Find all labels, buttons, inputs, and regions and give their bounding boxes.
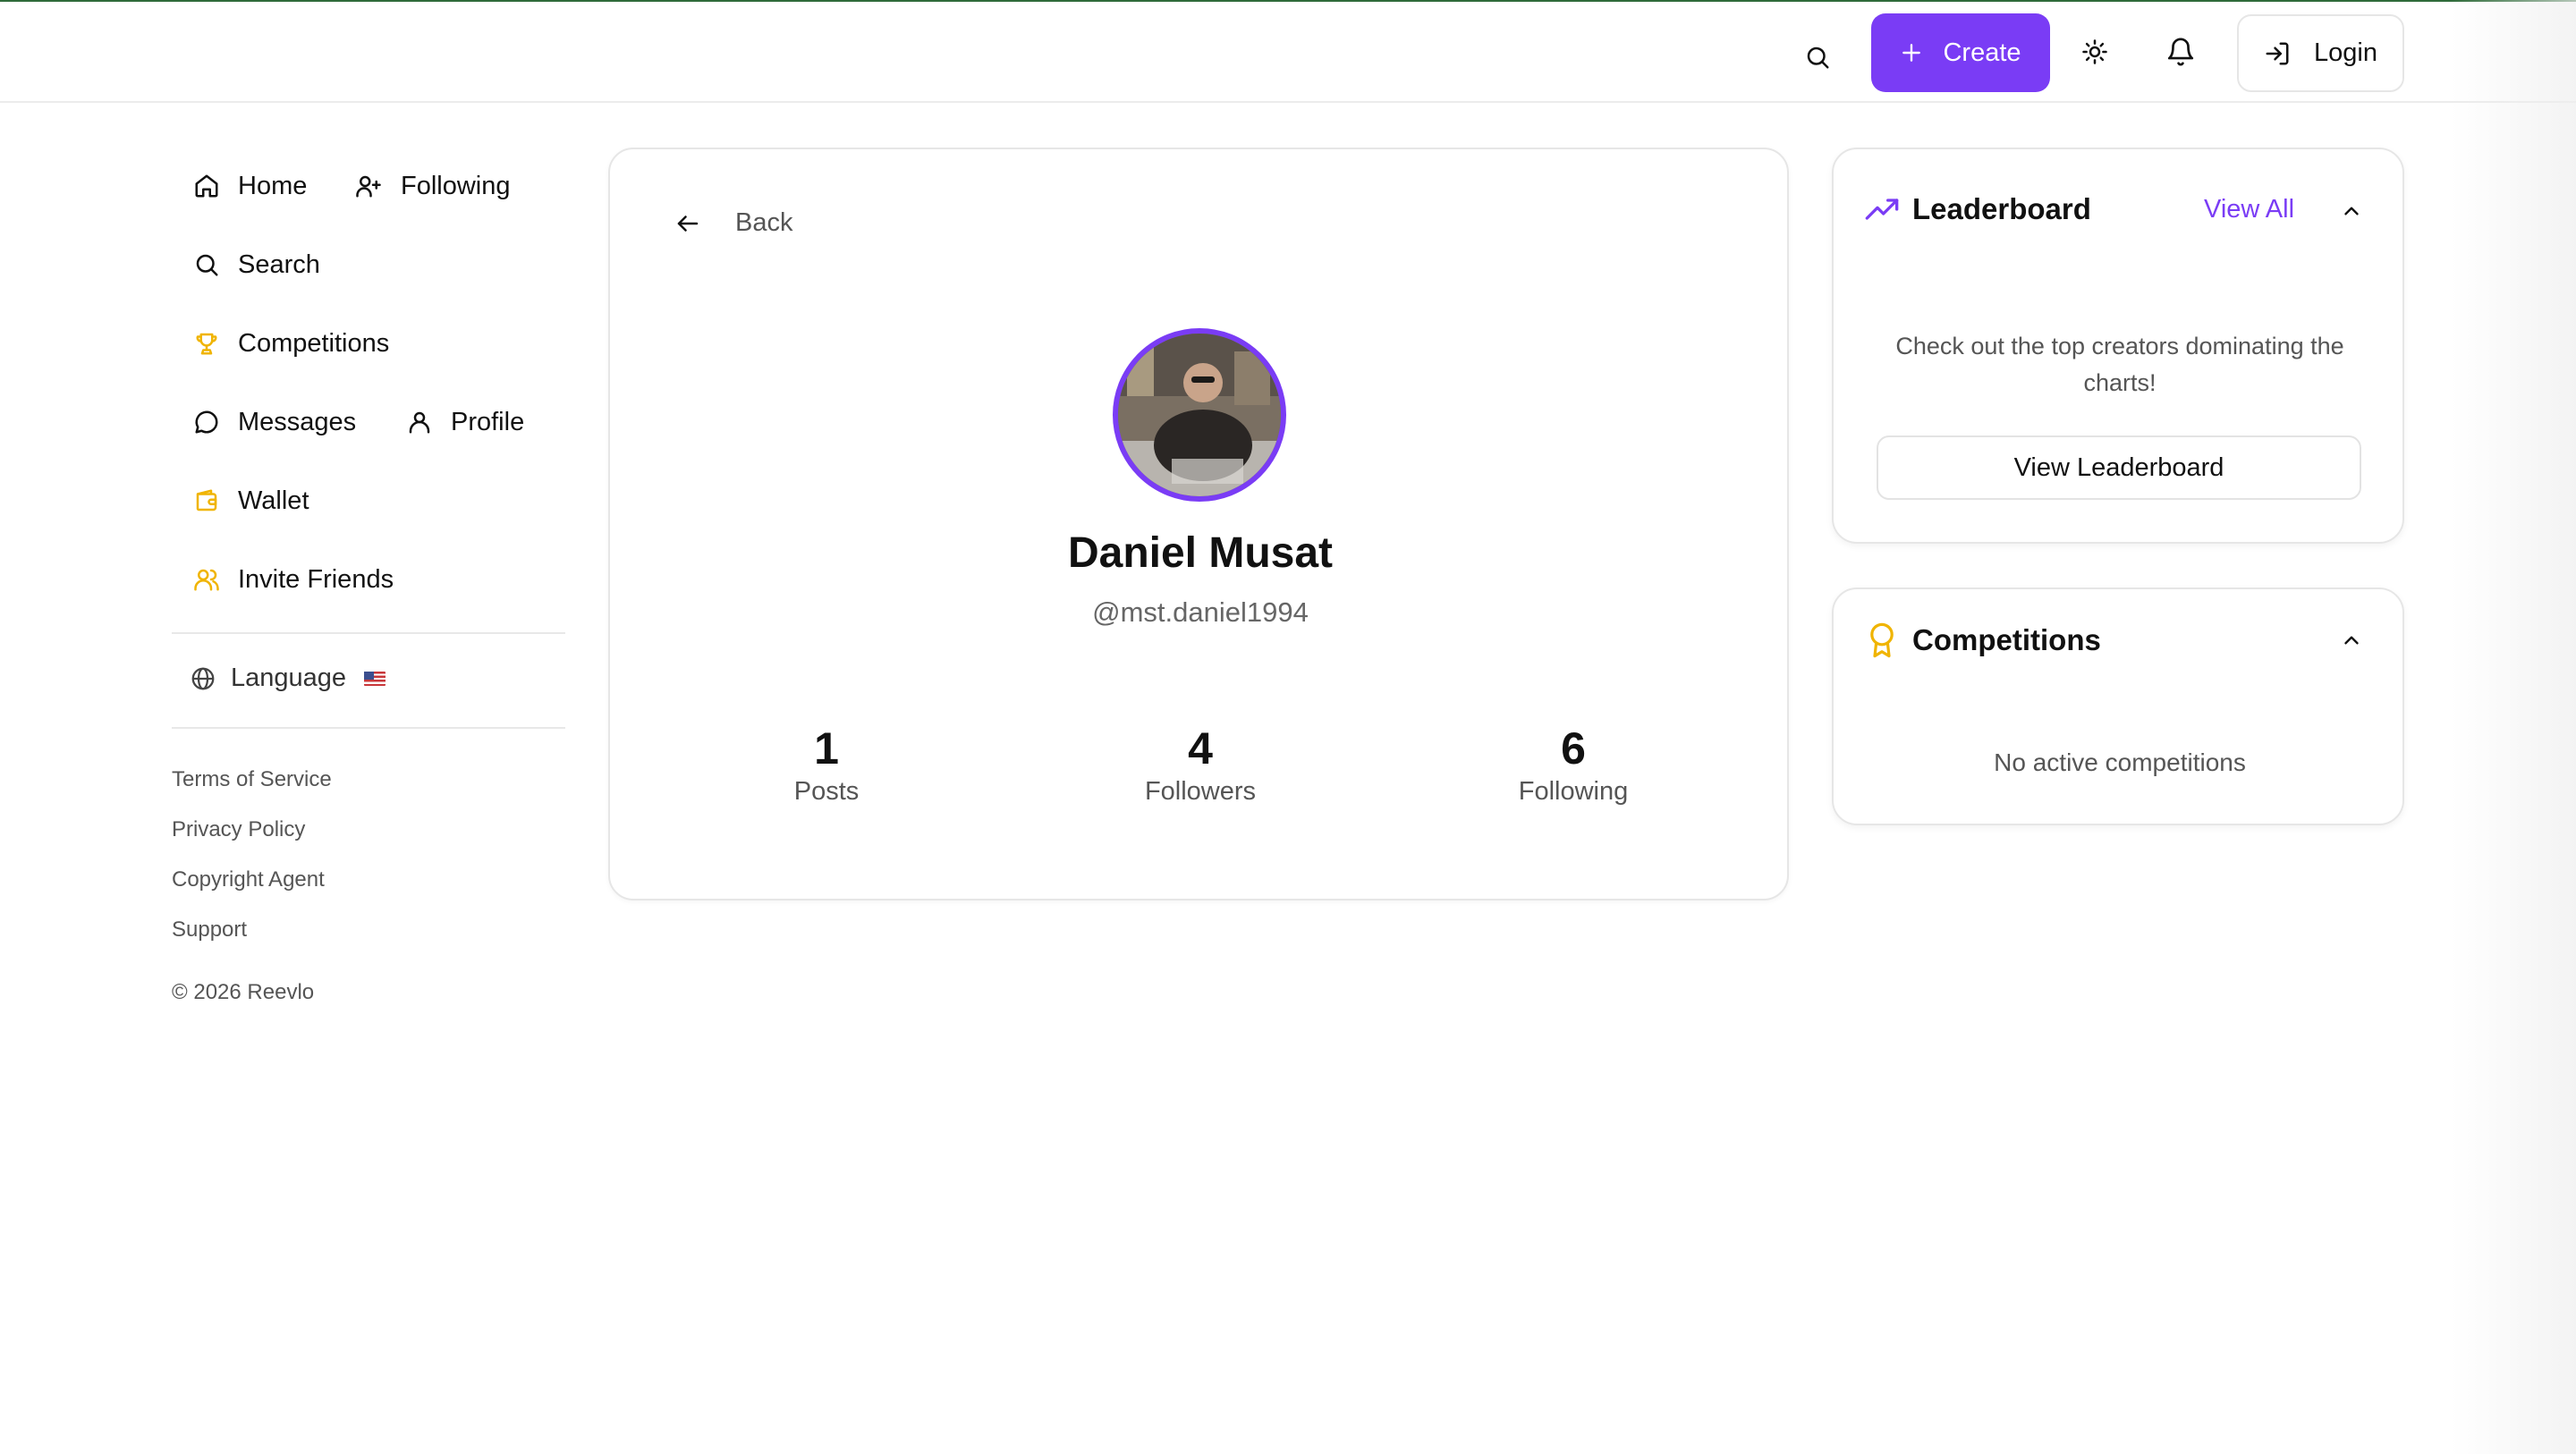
theme-toggle-button[interactable] xyxy=(2070,27,2120,77)
avatar-photo xyxy=(1118,334,1281,496)
sun-icon xyxy=(2082,39,2107,64)
user-icon xyxy=(409,411,430,434)
stat-followers[interactable]: 4 Followers xyxy=(1066,722,1335,807)
message-icon xyxy=(195,410,218,434)
user-plus-icon xyxy=(356,175,381,198)
create-label: Create xyxy=(1943,38,2021,67)
sidebar-item-label: Invite Friends xyxy=(238,564,394,594)
profile-handle: @mst.daniel1994 xyxy=(1092,596,1309,628)
globe-icon xyxy=(191,667,215,689)
sidebar-item-label: Profile xyxy=(451,407,525,436)
stat-value: 4 xyxy=(1188,723,1213,773)
leaderboard-description: Check out the top creators dominating th… xyxy=(1895,333,2344,396)
create-button[interactable]: Create xyxy=(1871,13,2050,92)
view-leaderboard-label: View Leaderboard xyxy=(2013,452,2224,482)
back-button[interactable]: Back xyxy=(674,208,792,238)
edge-shade xyxy=(2451,0,2576,1454)
trophy-icon xyxy=(196,333,217,355)
profile-name: Daniel Musat xyxy=(1067,529,1334,577)
top-header: Create Login xyxy=(0,2,2576,103)
search-icon xyxy=(1807,46,1829,69)
sidebar-item-label: Home xyxy=(238,171,308,200)
sidebar-item-profile[interactable]: Profile xyxy=(406,404,524,440)
copyright-text: © 2026 Reevlo xyxy=(172,980,315,1004)
login-icon xyxy=(2266,42,2289,64)
stat-value: 6 xyxy=(1561,723,1586,773)
sidebar-item-label: Competitions xyxy=(238,328,390,358)
profile-card: Back Daniel Musat @mst.daniel1994 1 Post… xyxy=(608,148,1789,900)
header-search-button[interactable] xyxy=(1792,32,1843,82)
footer-link-support[interactable]: Support xyxy=(172,917,247,943)
bell-icon xyxy=(2167,38,2194,66)
arrow-left-icon xyxy=(677,215,699,232)
competitions-panel: Competitions No active competitions xyxy=(1832,588,2404,825)
sidebar-item-following[interactable]: Following xyxy=(354,168,511,204)
chevron-up-icon[interactable] xyxy=(2340,629,2363,652)
stat-following[interactable]: 6 Following xyxy=(1439,722,1707,807)
home-icon xyxy=(195,174,218,198)
footer-link-privacy[interactable]: Privacy Policy xyxy=(172,817,305,842)
competitions-title: Competitions xyxy=(1912,623,2101,656)
sidebar-item-label: Search xyxy=(238,249,320,279)
stat-value: 1 xyxy=(814,723,839,773)
sidebar-divider xyxy=(172,632,565,634)
view-leaderboard-button[interactable]: View Leaderboard xyxy=(1877,435,2361,500)
stat-label: Followers xyxy=(1144,777,1257,806)
competitions-empty-text: No active competitions xyxy=(1994,748,2246,776)
back-label: Back xyxy=(735,208,793,237)
sidebar-item-search[interactable]: Search xyxy=(193,247,320,283)
language-selector[interactable]: Language xyxy=(190,664,386,693)
us-flag-icon xyxy=(364,671,386,686)
login-button[interactable]: Login xyxy=(2237,14,2404,92)
sidebar-item-home[interactable]: Home xyxy=(193,168,307,204)
stat-label: Posts xyxy=(793,777,860,806)
leaderboard-panel: Leaderboard View All Check out the top c… xyxy=(1832,148,2404,544)
trending-up-icon xyxy=(1865,199,1899,220)
stat-label: Following xyxy=(1518,777,1629,806)
login-label: Login xyxy=(2314,38,2377,67)
users-icon xyxy=(194,569,219,591)
sidebar-item-label: Messages xyxy=(238,407,357,436)
sidebar-item-label: Wallet xyxy=(238,486,309,515)
sidebar-divider xyxy=(172,727,565,729)
plus-icon xyxy=(1902,44,1921,62)
avatar[interactable] xyxy=(1113,328,1286,502)
chevron-up-icon[interactable] xyxy=(2340,199,2363,223)
language-label: Language xyxy=(231,664,347,692)
award-icon xyxy=(1870,622,1894,658)
sidebar-item-invite-friends[interactable]: Invite Friends xyxy=(193,562,394,597)
sidebar-item-competitions[interactable]: Competitions xyxy=(193,325,389,361)
search-icon xyxy=(196,254,218,276)
sidebar-item-label: Following xyxy=(401,171,511,200)
view-all-link[interactable]: View All xyxy=(2204,195,2294,224)
leaderboard-title: Leaderboard xyxy=(1912,192,2091,225)
footer-link-terms[interactable]: Terms of Service xyxy=(172,767,332,792)
footer-link-copyright-agent[interactable]: Copyright Agent xyxy=(172,867,325,892)
notifications-button[interactable] xyxy=(2156,27,2206,77)
sidebar-item-messages[interactable]: Messages xyxy=(193,404,356,440)
sidebar-item-wallet[interactable]: Wallet xyxy=(193,483,309,519)
wallet-icon xyxy=(196,489,217,511)
stat-posts[interactable]: 1 Posts xyxy=(692,722,961,807)
